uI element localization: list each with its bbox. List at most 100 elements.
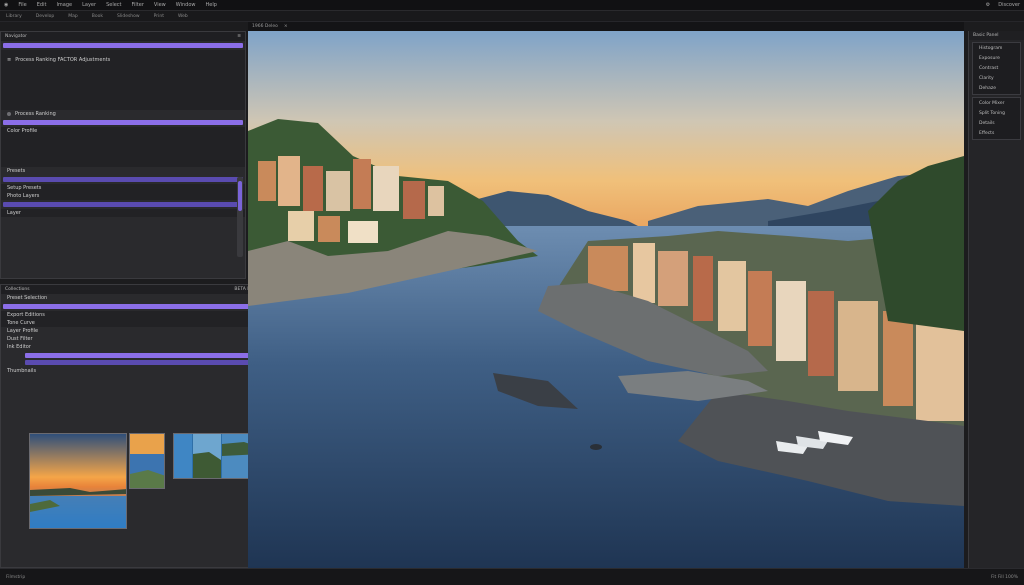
panel-item-label: Histogram (979, 46, 1003, 51)
list-item[interactable]: Process Ranking (1, 110, 245, 118)
navigator-panel: Navigator ≡ ≡ Process Ranking FACTOR Adj… (0, 31, 246, 279)
module-develop[interactable]: Develop (36, 14, 55, 19)
dot-icon (7, 112, 11, 116)
hamburger-icon: ≡ (7, 57, 12, 63)
selected-layer-bar[interactable] (3, 43, 243, 48)
module-slideshow[interactable]: Slideshow (117, 14, 140, 19)
list-item-label: Dust Filter (7, 336, 33, 342)
list-item[interactable]: Layer (1, 209, 245, 217)
menu-view[interactable]: View (154, 2, 166, 8)
list-item-label: Presets (7, 168, 26, 174)
histogram-box: Histogram Exposure Contrast Clarity Deha… (972, 42, 1021, 95)
list-item[interactable]: Preset Selection (1, 294, 281, 302)
list-item[interactable]: Dust Filter (1, 335, 281, 343)
menu-edit[interactable]: Edit (37, 2, 47, 8)
settings-icon[interactable]: ⚙ (986, 2, 990, 8)
list-item-label: Color Profile (7, 128, 38, 134)
close-tab-icon[interactable]: × (284, 24, 288, 29)
selected-row-bar[interactable] (25, 353, 267, 358)
panel-item[interactable]: Effects (976, 129, 1017, 138)
menubar-right: ⚙ Discover (986, 2, 1020, 8)
list-item[interactable]: Ink Editor (1, 343, 281, 351)
list-item-label: Ink Editor (7, 344, 31, 350)
thumbnail-coast-medium[interactable] (129, 433, 165, 489)
selected-row-bar[interactable] (3, 177, 243, 182)
module-library[interactable]: Library (6, 14, 22, 19)
list-item[interactable]: Setup Presets (1, 184, 245, 192)
scrollbar[interactable] (237, 177, 243, 257)
menu-image[interactable]: Image (56, 2, 72, 8)
menu-window[interactable]: Window (176, 2, 196, 8)
selected-row-bar[interactable] (3, 202, 243, 207)
thumbnail-sunset-large[interactable] (29, 433, 127, 529)
menu-layer[interactable]: Layer (82, 2, 96, 8)
list-item-label: Layer (7, 210, 21, 216)
selected-row-bar[interactable] (3, 120, 243, 125)
filmstrip-label-text: Thumbnails (7, 368, 37, 374)
app-menu-icon[interactable]: ◉ (4, 2, 8, 8)
discover-label[interactable]: Discover (998, 2, 1020, 8)
panel-item-label: Contrast (979, 66, 999, 71)
filmstrip-toggle[interactable]: Filmstrip (6, 575, 25, 580)
list-item[interactable]: Presets (1, 167, 245, 175)
panel-spacer (1, 135, 245, 167)
panel-title-text: Navigator (5, 34, 28, 39)
panel-title: Basic Panel (969, 31, 1024, 40)
header-row-label: Process Ranking FACTOR Adjustments (15, 57, 111, 63)
filmstrip-label: Thumbnails (1, 367, 281, 375)
document-tab-bar: 1966 Deleo × (248, 22, 964, 31)
menu-file[interactable]: File (18, 2, 26, 8)
harbor-village-photo (248, 31, 964, 568)
panel-item[interactable]: Contrast (976, 64, 1017, 73)
panel-item[interactable]: Clarity (976, 74, 1017, 83)
list-item-label: Photo Layers (7, 193, 40, 199)
module-print[interactable]: Print (154, 14, 164, 19)
menu-help[interactable]: Help (205, 2, 216, 8)
selected-row-bar[interactable] (25, 360, 267, 365)
list-item[interactable]: Export Editions (1, 311, 281, 319)
zoom-controls[interactable]: Fit Fill 100% (991, 575, 1018, 580)
menu-filter[interactable]: Filter (132, 2, 144, 8)
module-map[interactable]: Map (68, 14, 78, 19)
color-box: Color Mixer Split Toning Details Effects (972, 97, 1021, 140)
list-item-label: Export Editions (7, 312, 45, 318)
list-item-label: Preset Selection (7, 295, 48, 301)
panel-item-label: Split Toning (979, 111, 1005, 116)
module-book[interactable]: Book (92, 14, 103, 19)
panel-title-text: Collections (5, 287, 30, 292)
list-item[interactable]: Photo Layers (1, 192, 245, 200)
module-web[interactable]: Web (178, 14, 188, 19)
document-tab[interactable]: 1966 Deleo (252, 24, 278, 29)
panel-item[interactable]: Dehaze (976, 84, 1017, 93)
panel-item[interactable]: Color Mixer (976, 99, 1017, 108)
collections-panel: Collections BETA PRESETS ≡ Preset Select… (0, 284, 282, 568)
list-item[interactable]: Layer Profile (1, 327, 281, 335)
basic-panel: Basic Panel Histogram Exposure Contrast … (968, 31, 1024, 568)
selected-row-bar[interactable] (3, 304, 279, 309)
image-viewer[interactable] (248, 31, 964, 568)
list-item-label: Layer Profile (7, 328, 39, 334)
panel-item[interactable]: Histogram (976, 44, 1017, 53)
list-item-label: Tone Curve (7, 320, 35, 326)
panel-item[interactable]: Details (976, 119, 1017, 128)
menu-bar: ◉ File Edit Image Layer Select Filter Vi… (0, 0, 1024, 11)
panel-item-label: Exposure (979, 56, 1000, 61)
panel-item[interactable]: Split Toning (976, 109, 1017, 118)
list-item-label: Process Ranking (15, 111, 56, 117)
list-item[interactable]: Tone Curve (1, 319, 281, 327)
list-item-label: Setup Presets (7, 185, 42, 191)
thumbnail-sunset-image (30, 434, 126, 528)
panel-menu-icon[interactable]: ≡ (237, 34, 241, 39)
menu-select[interactable]: Select (106, 2, 121, 8)
panel-item-label: Dehaze (979, 86, 996, 91)
panel-title-text: Basic Panel (973, 33, 999, 38)
scrollbar-thumb[interactable] (238, 181, 242, 211)
panel-title: Navigator ≡ (1, 32, 245, 41)
panel-item-label: Effects (979, 131, 995, 136)
panel-item[interactable]: Exposure (976, 54, 1017, 63)
module-toolbar: Library Develop Map Book Slideshow Print… (0, 11, 1024, 22)
status-bar: Filmstrip Fit Fill 100% (0, 568, 1024, 585)
panel-title: Collections BETA PRESETS ≡ (1, 285, 281, 294)
list-item[interactable]: Color Profile (1, 127, 245, 135)
list-item[interactable]: ≡ Process Ranking FACTOR Adjustments (1, 50, 245, 70)
